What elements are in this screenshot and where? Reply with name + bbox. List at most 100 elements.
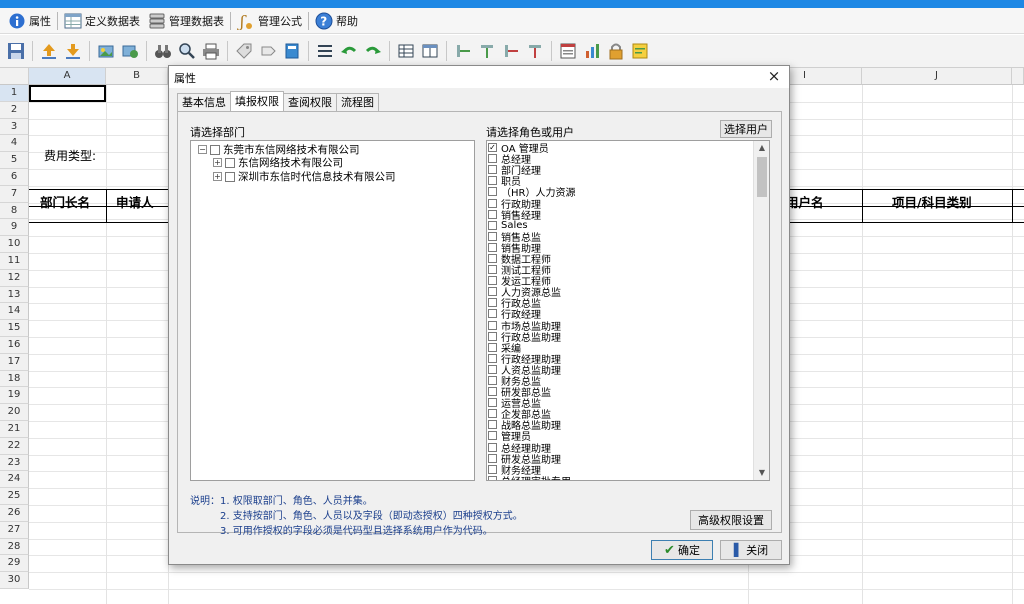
role-list-item[interactable]: 行政经理 bbox=[488, 308, 752, 320]
role-checkbox[interactable] bbox=[488, 176, 497, 186]
role-list-item[interactable]: ✓ OA 管理员 bbox=[488, 142, 752, 153]
row-header[interactable]: 19 bbox=[0, 387, 29, 405]
role-list-item[interactable]: 采编 bbox=[488, 342, 752, 353]
role-list-item[interactable]: 总经理审批专用 bbox=[488, 475, 752, 480]
expand-icon[interactable]: + bbox=[213, 158, 222, 167]
book-icon[interactable] bbox=[281, 40, 303, 62]
role-checkbox[interactable] bbox=[488, 398, 497, 408]
download-icon[interactable] bbox=[62, 40, 84, 62]
role-checkbox[interactable] bbox=[488, 453, 497, 463]
role-checkbox[interactable] bbox=[488, 287, 497, 297]
insert-col-icon[interactable] bbox=[476, 40, 498, 62]
advanced-permission-button[interactable]: 高级权限设置 bbox=[690, 510, 772, 530]
row-header[interactable]: 22 bbox=[0, 437, 29, 455]
tag-icon[interactable] bbox=[233, 40, 255, 62]
tree-checkbox[interactable] bbox=[225, 171, 235, 182]
role-list-item[interactable]: 研发部总监 bbox=[488, 386, 752, 397]
row-header[interactable]: 28 bbox=[0, 538, 29, 556]
role-checkbox[interactable] bbox=[488, 364, 497, 374]
binoculars-icon[interactable] bbox=[152, 40, 174, 62]
role-list-item[interactable]: 人资总监助理 bbox=[488, 364, 752, 375]
role-checkbox[interactable] bbox=[488, 154, 497, 164]
ok-button[interactable]: ✔ 确定 bbox=[651, 540, 713, 560]
role-checkbox[interactable]: ✓ bbox=[488, 143, 497, 153]
row-header[interactable]: 8 bbox=[0, 202, 29, 220]
role-list-item[interactable]: 数据工程师 bbox=[488, 253, 752, 264]
form-icon[interactable] bbox=[557, 40, 579, 62]
role-list-item[interactable]: 财务总监 bbox=[488, 375, 752, 386]
tab-fill-permission[interactable]: 填报权限 bbox=[230, 91, 284, 111]
row-header[interactable]: 24 bbox=[0, 471, 29, 489]
chart-icon[interactable] bbox=[581, 40, 603, 62]
image-settings-icon[interactable] bbox=[119, 40, 141, 62]
save-icon[interactable] bbox=[5, 40, 27, 62]
role-checkbox[interactable] bbox=[488, 342, 497, 352]
row-header[interactable]: 25 bbox=[0, 488, 29, 505]
role-list-item[interactable]: 总经理助理 bbox=[488, 442, 752, 453]
row-header[interactable]: 15 bbox=[0, 320, 29, 337]
row-header[interactable]: 16 bbox=[0, 337, 29, 354]
column-header-k[interactable] bbox=[1012, 68, 1024, 85]
collapse-icon[interactable]: − bbox=[198, 145, 207, 154]
role-checkbox[interactable] bbox=[488, 309, 497, 319]
role-checkbox[interactable] bbox=[488, 320, 497, 330]
role-list-item[interactable]: 测试工程师 bbox=[488, 264, 752, 275]
role-checkbox[interactable] bbox=[488, 198, 497, 208]
scroll-up-icon[interactable]: ▲ bbox=[754, 141, 769, 155]
role-list-item[interactable]: 管理员 bbox=[488, 430, 752, 442]
menu-help[interactable]: ? 帮助 bbox=[311, 10, 362, 32]
active-cell[interactable] bbox=[29, 85, 106, 102]
role-list-item[interactable]: Sales bbox=[488, 220, 752, 231]
role-list-item[interactable]: 研发总监助理 bbox=[488, 453, 752, 464]
row-header[interactable]: 5 bbox=[0, 152, 29, 169]
select-user-button[interactable]: 选择用户 bbox=[720, 120, 772, 138]
role-checkbox[interactable] bbox=[488, 387, 497, 397]
row-header[interactable]: 11 bbox=[0, 253, 29, 270]
close-icon[interactable]: × bbox=[765, 67, 783, 85]
dialog-titlebar[interactable]: 属性 × bbox=[169, 66, 789, 88]
role-list-item[interactable]: 运营总监 bbox=[488, 397, 752, 408]
menu-manage-table[interactable]: 管理数据表 bbox=[144, 10, 228, 32]
role-list-item[interactable]: 市场总监助理 bbox=[488, 320, 752, 331]
scroll-thumb[interactable] bbox=[757, 157, 767, 197]
tab-view-permission[interactable]: 查阅权限 bbox=[283, 93, 337, 111]
undo-icon[interactable] bbox=[338, 40, 360, 62]
role-list-item[interactable]: 销售经理 bbox=[488, 209, 752, 220]
role-checkbox[interactable] bbox=[488, 220, 497, 230]
role-list-item[interactable]: （HR）人力资源 bbox=[488, 186, 752, 197]
column-header-b[interactable]: B bbox=[106, 68, 168, 85]
role-list-item[interactable]: 企发部总监 bbox=[488, 408, 752, 419]
row-header[interactable]: 14 bbox=[0, 303, 29, 321]
row-header[interactable]: 18 bbox=[0, 370, 29, 388]
role-checkbox[interactable] bbox=[488, 475, 497, 480]
tab-flowchart[interactable]: 流程图 bbox=[336, 93, 379, 111]
row-header[interactable]: 30 bbox=[0, 572, 29, 589]
role-list-item[interactable]: 财务经理 bbox=[488, 464, 752, 475]
role-checkbox[interactable] bbox=[488, 409, 497, 419]
menu-define-table[interactable]: 定义数据表 bbox=[60, 10, 144, 32]
row-header[interactable]: 12 bbox=[0, 269, 29, 287]
row-header[interactable]: 2 bbox=[0, 101, 29, 119]
menu-properties[interactable]: 属性 bbox=[4, 10, 55, 32]
role-checkbox[interactable] bbox=[488, 420, 497, 430]
scroll-down-icon[interactable]: ▼ bbox=[754, 466, 769, 480]
row-header[interactable]: 9 bbox=[0, 219, 29, 237]
upload-icon[interactable] bbox=[38, 40, 60, 62]
row-header[interactable]: 7 bbox=[0, 185, 29, 203]
role-checkbox[interactable] bbox=[488, 276, 497, 286]
delete-col-icon[interactable] bbox=[524, 40, 546, 62]
role-checkbox[interactable] bbox=[488, 431, 497, 441]
role-checkbox[interactable] bbox=[488, 331, 497, 341]
role-list-item[interactable]: 战略总监助理 bbox=[488, 419, 752, 430]
row-header[interactable]: 10 bbox=[0, 236, 29, 253]
column-header-j[interactable]: J bbox=[862, 68, 1012, 85]
role-list-item[interactable]: 人力资源总监 bbox=[488, 286, 752, 297]
role-checkbox[interactable] bbox=[488, 298, 497, 308]
tree-checkbox[interactable] bbox=[210, 144, 220, 155]
role-checkbox[interactable] bbox=[488, 231, 497, 241]
role-checkbox[interactable] bbox=[488, 376, 497, 386]
tree-node-child[interactable]: + 东信网络技术有限公司 bbox=[213, 156, 343, 169]
row-header[interactable]: 27 bbox=[0, 521, 29, 539]
expand-icon[interactable]: + bbox=[213, 172, 222, 181]
redo-icon[interactable] bbox=[362, 40, 384, 62]
